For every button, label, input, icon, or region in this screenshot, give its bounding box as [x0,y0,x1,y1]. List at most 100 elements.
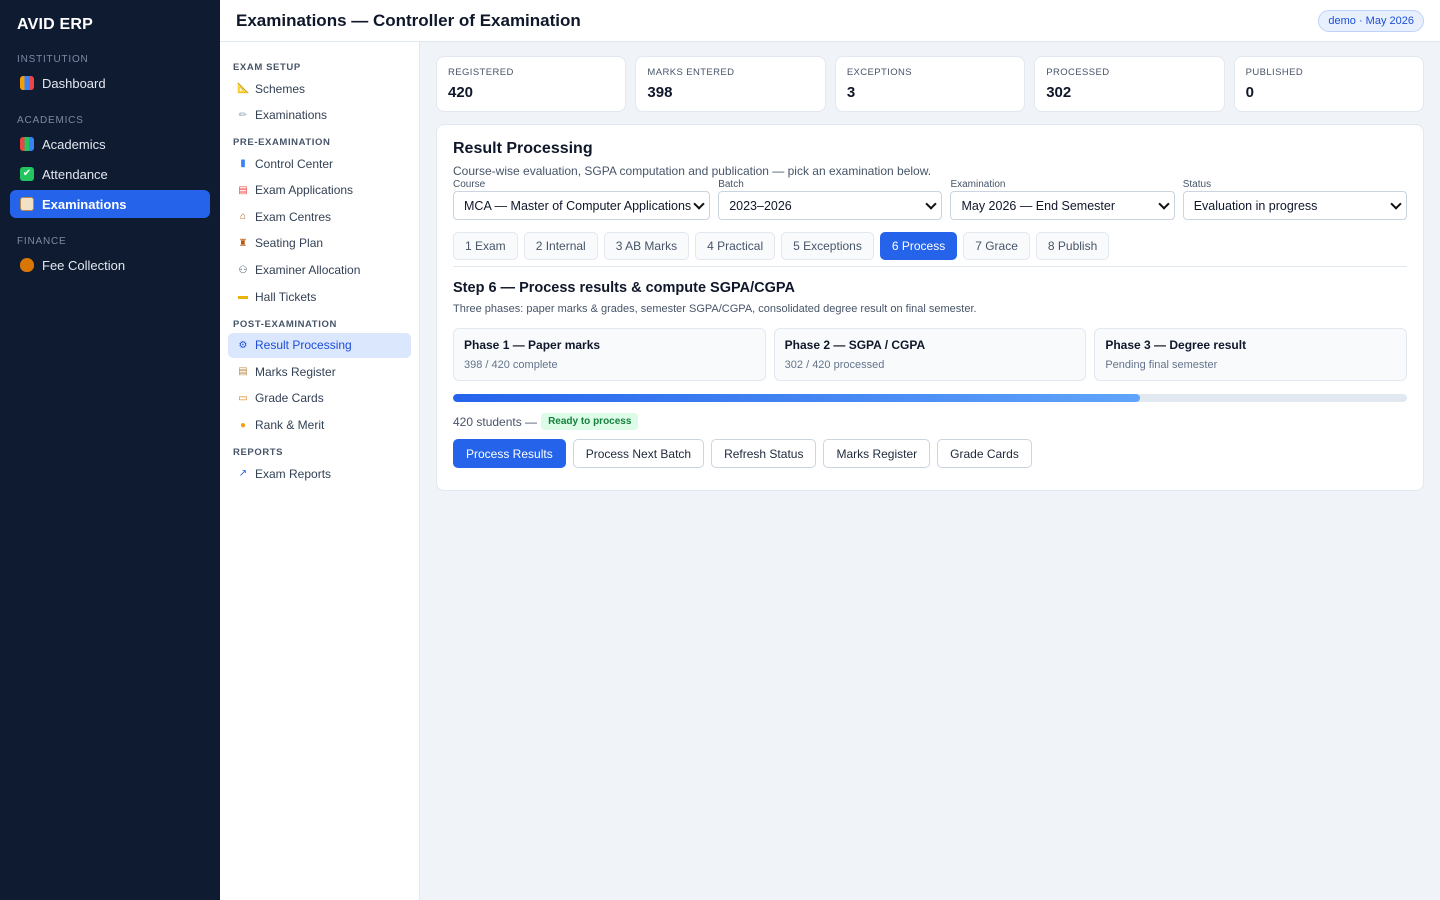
stat-value: 420 [448,84,474,101]
ruler-icon: 📐 [237,83,250,94]
subnav-item-result-processing[interactable]: ⚙ Result Processing [228,332,411,358]
step-title: Step 6 — Process results & compute SGPA/… [453,280,795,296]
medal-icon: ● [239,419,247,431]
phases-row: Phase 1 — Paper marks 398 / 420 complete… [453,328,1408,381]
subnav-item-exam-centres[interactable]: ⌂ Exam Centres [228,204,411,229]
select-value: 2023–2026 [729,198,792,213]
subnav-item-rank-merit[interactable]: ● Rank & Merit [228,413,411,438]
chevron-down-icon [693,197,705,210]
main-content: REGISTERED 420 MARKS ENTERED 398 EXCEPTI… [436,56,1425,491]
filter-label: Status [1182,179,1212,190]
chevron-down-icon [925,197,938,210]
process-results-button[interactable]: Process Results [453,439,566,468]
stat-value: 302 [1046,84,1072,101]
examination-select[interactable]: May 2026 — End Semester [950,191,1175,220]
books-icon [20,137,34,151]
step-tab-grace[interactable]: 7 Grace [963,232,1030,260]
stat-label: PUBLISHED [1245,67,1304,78]
status-select[interactable]: Evaluation in progress [1182,191,1407,220]
checkbox-icon: ✔ [20,167,34,181]
sidebar-item-dashboard[interactable]: Dashboard [10,69,210,97]
subnav-item-label: Examiner Allocation [255,263,361,278]
refresh-status-button[interactable]: Refresh Status [711,439,817,468]
sidebar-item-examinations[interactable]: Examinations [10,190,210,218]
actions-row: Process Results Process Next Batch Refre… [453,439,1407,468]
demo-badge: demo · May 2026 [1318,9,1424,32]
line-chart-icon: ↗ [238,468,248,480]
memo-icon: ▤ [238,184,248,196]
subnav-item-control-center[interactable]: ▮ Control Center [228,151,411,176]
chevron-down-icon [1158,197,1170,210]
school-icon: ⌂ [239,211,247,223]
filters-row: Course MCA — Master of Computer Applicat… [453,179,1407,220]
filter-course: Course MCA — Master of Computer Applicat… [453,179,711,220]
stat-label: REGISTERED [448,67,514,78]
phase-title: Phase 3 — Degree result [1105,338,1247,352]
step-tab-internal[interactable]: 2 Internal [523,232,598,260]
subnav-item-grade-cards[interactable]: ▭ Grade Cards [228,386,411,411]
filter-batch: Batch 2023–2026 [718,179,943,220]
phase-card: Phase 1 — Paper marks 398 / 420 complete [453,328,766,381]
step-tab-practical[interactable]: 4 Practical [695,232,776,260]
step-tab-ab-marks[interactable]: 3 AB Marks [603,232,690,260]
subnav-item-hall-tickets[interactable]: ▬ Hall Tickets [228,284,411,309]
ready-badge: Ready to process [541,413,639,430]
subnav-item-exam-applications[interactable]: ▤ Exam Applications [228,178,411,203]
stats-row: REGISTERED 420 MARKS ENTERED 398 EXCEPTI… [436,56,1425,112]
sidebar-section-finance: FINANCE [17,236,67,247]
subnav-item-label: Marks Register [255,364,336,379]
filter-label: Course [453,179,486,190]
sidebar-item-attendance[interactable]: ✔ Attendance [10,160,210,188]
phase-status: Pending final semester [1105,359,1218,371]
sidebar-section-academics: ACADEMICS [17,115,84,126]
phase-title: Phase 1 — Paper marks [464,338,601,352]
marks-register-button[interactable]: Marks Register [823,439,931,468]
step-tab-publish[interactable]: 8 Publish [1035,232,1110,260]
chevron-down-icon [1390,197,1402,210]
scroll-icon: ▭ [238,392,248,404]
stat-label: EXCEPTIONS [846,67,913,78]
subnav-item-label: Rank & Merit [255,418,325,433]
subnav-item-label: Schemes [255,81,306,96]
main-sidebar: AVID ERP INSTITUTION Dashboard ACADEMICS… [0,0,220,900]
step-tab-process[interactable]: 6 Process [879,232,958,260]
course-select[interactable]: MCA — Master of Computer Applications [453,191,711,220]
step-tab-exceptions[interactable]: 5 Exceptions [781,232,874,260]
subnav-section-post-exam: POST-EXAMINATION [233,318,337,330]
sidebar-section-institution: INSTITUTION [17,54,89,65]
grade-cards-button[interactable]: Grade Cards [937,439,1032,468]
sidebar-item-fee-collection[interactable]: Fee Collection [10,251,210,279]
step-tabs: 1 Exam 2 Internal 3 AB Marks 4 Practical… [453,232,1407,267]
sidebar-item-label: Dashboard [42,75,106,91]
subnav-item-label: Seating Plan [255,236,324,251]
subnav-item-marks-register[interactable]: ▤ Marks Register [228,359,411,384]
subnav-item-label: Examinations [255,108,328,123]
subnav-item-label: Control Center [255,156,334,171]
stat-registered: REGISTERED 420 [436,56,627,112]
clipboard-icon [20,197,34,211]
stat-label: MARKS ENTERED [647,67,735,78]
card-title: Result Processing [453,140,593,157]
phase-status: 398 / 420 complete [464,359,558,371]
subnav-item-seating-plan[interactable]: ♜ Seating Plan [228,231,411,256]
sidebar-item-label: Examinations [42,196,127,212]
subnav-item-schemes[interactable]: 📐 Schemes [228,76,411,101]
subnav-item-examiner-allocation[interactable]: ⚇ Examiner Allocation [228,258,411,283]
subnav-item-exam-reports[interactable]: ↗ Exam Reports [228,461,411,486]
page-title: Examinations — Controller of Examination [236,10,581,30]
top-header: Examinations — Controller of Examination… [220,0,1440,42]
select-value: May 2026 — End Semester [961,198,1115,213]
subnav-section-exam-setup: EXAM SETUP [233,62,301,73]
sidebar-item-academics[interactable]: Academics [10,130,210,158]
glasses-icon: ⚇ [238,264,248,276]
process-next-batch-button[interactable]: Process Next Batch [572,439,705,468]
money-bag-icon [20,258,34,272]
batch-select[interactable]: 2023–2026 [718,191,943,220]
stat-published: PUBLISHED 0 [1233,56,1425,112]
step-tab-exam[interactable]: 1 Exam [453,232,518,260]
phase-card: Phase 3 — Degree result Pending final se… [1094,328,1408,381]
subnav-item-examinations[interactable]: ✏ Examinations [228,103,411,128]
bar-chart-icon: ▮ [240,158,246,170]
progress-fill [453,394,1140,402]
subnav-section-pre-exam: PRE-EXAMINATION [233,137,331,149]
